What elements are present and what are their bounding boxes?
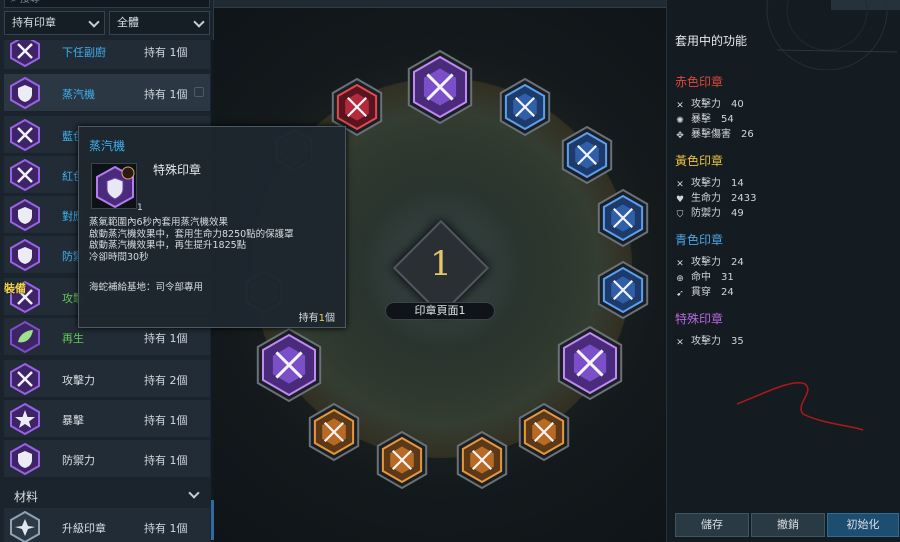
- seal-list-item[interactable]: 攻擊力 持有 2個: [4, 360, 210, 398]
- owned-count: 持有 1個: [144, 522, 188, 535]
- effect-stat-row: ✕ 攻擊力 35: [676, 336, 744, 348]
- orange-seal-slot[interactable]: [376, 430, 428, 490]
- materials-section-header[interactable]: 材料: [4, 484, 210, 508]
- blue-seal-slot[interactable]: [499, 77, 551, 137]
- owned-count: 持有 1個: [144, 414, 188, 427]
- purple-sword-seal-icon: [8, 362, 42, 396]
- effects-title: 套用中的功能: [675, 34, 748, 48]
- owned-count: 持有 1個: [144, 88, 188, 101]
- purple-star-seal-icon: [8, 402, 42, 436]
- purple-seal-slot[interactable]: [256, 327, 322, 403]
- seal-name: 再生: [62, 332, 84, 345]
- equipped-tag: 裝備: [4, 282, 26, 295]
- owned-filter-dropdown[interactable]: 持有印章: [4, 11, 105, 35]
- orange-seal-slot[interactable]: [456, 430, 508, 490]
- effect-stat-row: ➹ 貫穿 24: [676, 287, 734, 299]
- applied-effects-panel: 套用中的功能 赤色印章 ✕ 攻擊力 40 ✺ 暴擊 54 ✥ 暴擊傷害 26 黃色印章 ✕ 攻擊力 14 ♥…: [666, 0, 900, 542]
- seal-name: 升級印章: [62, 522, 106, 535]
- search-icon: ⌕: [11, 0, 20, 5]
- effect-stat-row: ⛉ 防禦力 49: [676, 208, 744, 220]
- seal-list-item[interactable]: 暴擊 持有 1個: [4, 400, 210, 438]
- material-list-item[interactable]: 升級印章 持有 1個: [4, 508, 210, 542]
- purple-sword-seal-icon: [8, 118, 42, 152]
- save-button[interactable]: 儲存: [675, 513, 749, 537]
- purple-leaf-seal-icon: [8, 320, 42, 354]
- upgrade-seal-icon: [8, 510, 42, 542]
- seal-name: 防禦力: [62, 454, 95, 467]
- tooltip-owned: 持有1個: [298, 313, 335, 324]
- purple-sword-seal-icon: [8, 40, 42, 68]
- seal-name: 下任副廚: [62, 46, 106, 59]
- effect-group-title: 青色印章: [675, 233, 724, 247]
- effect-stat-row: ♥ 生命力 2433: [675, 193, 757, 205]
- seal-list-item[interactable]: 蒸汽機 持有 1個: [4, 74, 210, 112]
- pierce-icon: ➹: [676, 289, 684, 299]
- purple-shield-seal-icon: [8, 442, 42, 476]
- purple-seal-slot[interactable]: [407, 49, 473, 125]
- page-number-diamond: 1: [392, 219, 490, 317]
- chevron-down-icon: [193, 16, 205, 28]
- filter-bar: 持有印章 全體: [4, 11, 210, 35]
- purple-seal-slot[interactable]: [557, 325, 623, 401]
- crit-damage-icon: ✥: [676, 131, 684, 141]
- effect-stat-row: ✥ 暴擊傷害 26: [676, 129, 754, 141]
- owned-count: 持有 2個: [144, 374, 188, 387]
- chevron-down-icon: [88, 16, 100, 28]
- seal-page-button[interactable]: 印章頁面1: [385, 302, 495, 320]
- effect-stat-row: ✺ 暴擊 54: [676, 114, 734, 126]
- seal-name: 攻擊力: [62, 374, 95, 387]
- section-label: 材料: [14, 490, 39, 504]
- seal-list-item[interactable]: 防禦力 持有 1個: [4, 440, 210, 478]
- owned-count: 持有 1個: [144, 332, 188, 345]
- seal-name: 暴擊: [62, 414, 84, 427]
- red-scribble: [736, 382, 864, 431]
- blue-seal-slot[interactable]: [561, 125, 613, 185]
- owned-count: 持有 1個: [144, 46, 188, 59]
- tooltip-seal-type: 特殊印章: [153, 163, 202, 177]
- blue-seal-slot[interactable]: [597, 260, 649, 320]
- blue-seal-slot[interactable]: [597, 188, 649, 248]
- tooltip-seal-name: 蒸汽機: [89, 139, 126, 153]
- effect-stat-row: ⊕ 命中 31: [676, 272, 734, 284]
- tooltip-exclusive: 海蛇補給基地：司令部專用: [89, 282, 204, 293]
- lock-icon[interactable]: [194, 87, 204, 97]
- search-input[interactable]: ⌕ 搜尋: [4, 0, 210, 8]
- owned-count: 持有 1個: [144, 454, 188, 467]
- effect-group-title: 赤色印章: [675, 75, 724, 89]
- chevron-down-icon: [188, 487, 200, 499]
- cancel-button[interactable]: 撤銷: [751, 513, 825, 537]
- effect-group-title: 黃色印章: [675, 154, 724, 168]
- effect-stat-row: ✕ 攻擊力 40: [676, 99, 744, 111]
- tooltip-count: 1: [137, 203, 143, 213]
- purple-shield-seal-icon: [8, 198, 42, 232]
- shield-icon: ⛉: [676, 210, 684, 220]
- effect-stat-row: ✕ 攻擊力 14: [676, 178, 744, 190]
- orange-seal-slot[interactable]: [308, 402, 360, 462]
- effect-group-title: 特殊印章: [675, 312, 724, 326]
- purple-shield-seal-icon: [8, 238, 42, 272]
- purple-shield-seal-icon: [91, 163, 137, 209]
- orange-seal-slot[interactable]: [518, 402, 570, 462]
- seal-tooltip: 蒸汽機 1 特殊印章 蒸氣範圍內6秒內套用蒸汽機效果 啟動蒸汽機效果中，套用生命…: [78, 126, 346, 328]
- effect-stat-row: ✕ 攻擊力 24: [676, 257, 744, 269]
- seal-list-item[interactable]: 下任副廚 持有 1個: [4, 40, 210, 70]
- tooltip-description: 蒸氣範圍內6秒內套用蒸汽機效果 啟動蒸汽機效果中，套用生命力8250點的保護罩 …: [89, 217, 294, 263]
- seal-name: 蒸汽機: [62, 88, 95, 101]
- page-number: 1: [430, 244, 452, 284]
- purple-shield-seal-icon: [8, 76, 42, 110]
- purple-sword-seal-icon: [8, 158, 42, 192]
- reset-button[interactable]: 初始化: [827, 513, 899, 537]
- crossed-swords-icon: ✕: [676, 338, 684, 348]
- scope-filter-dropdown[interactable]: 全體: [109, 11, 210, 35]
